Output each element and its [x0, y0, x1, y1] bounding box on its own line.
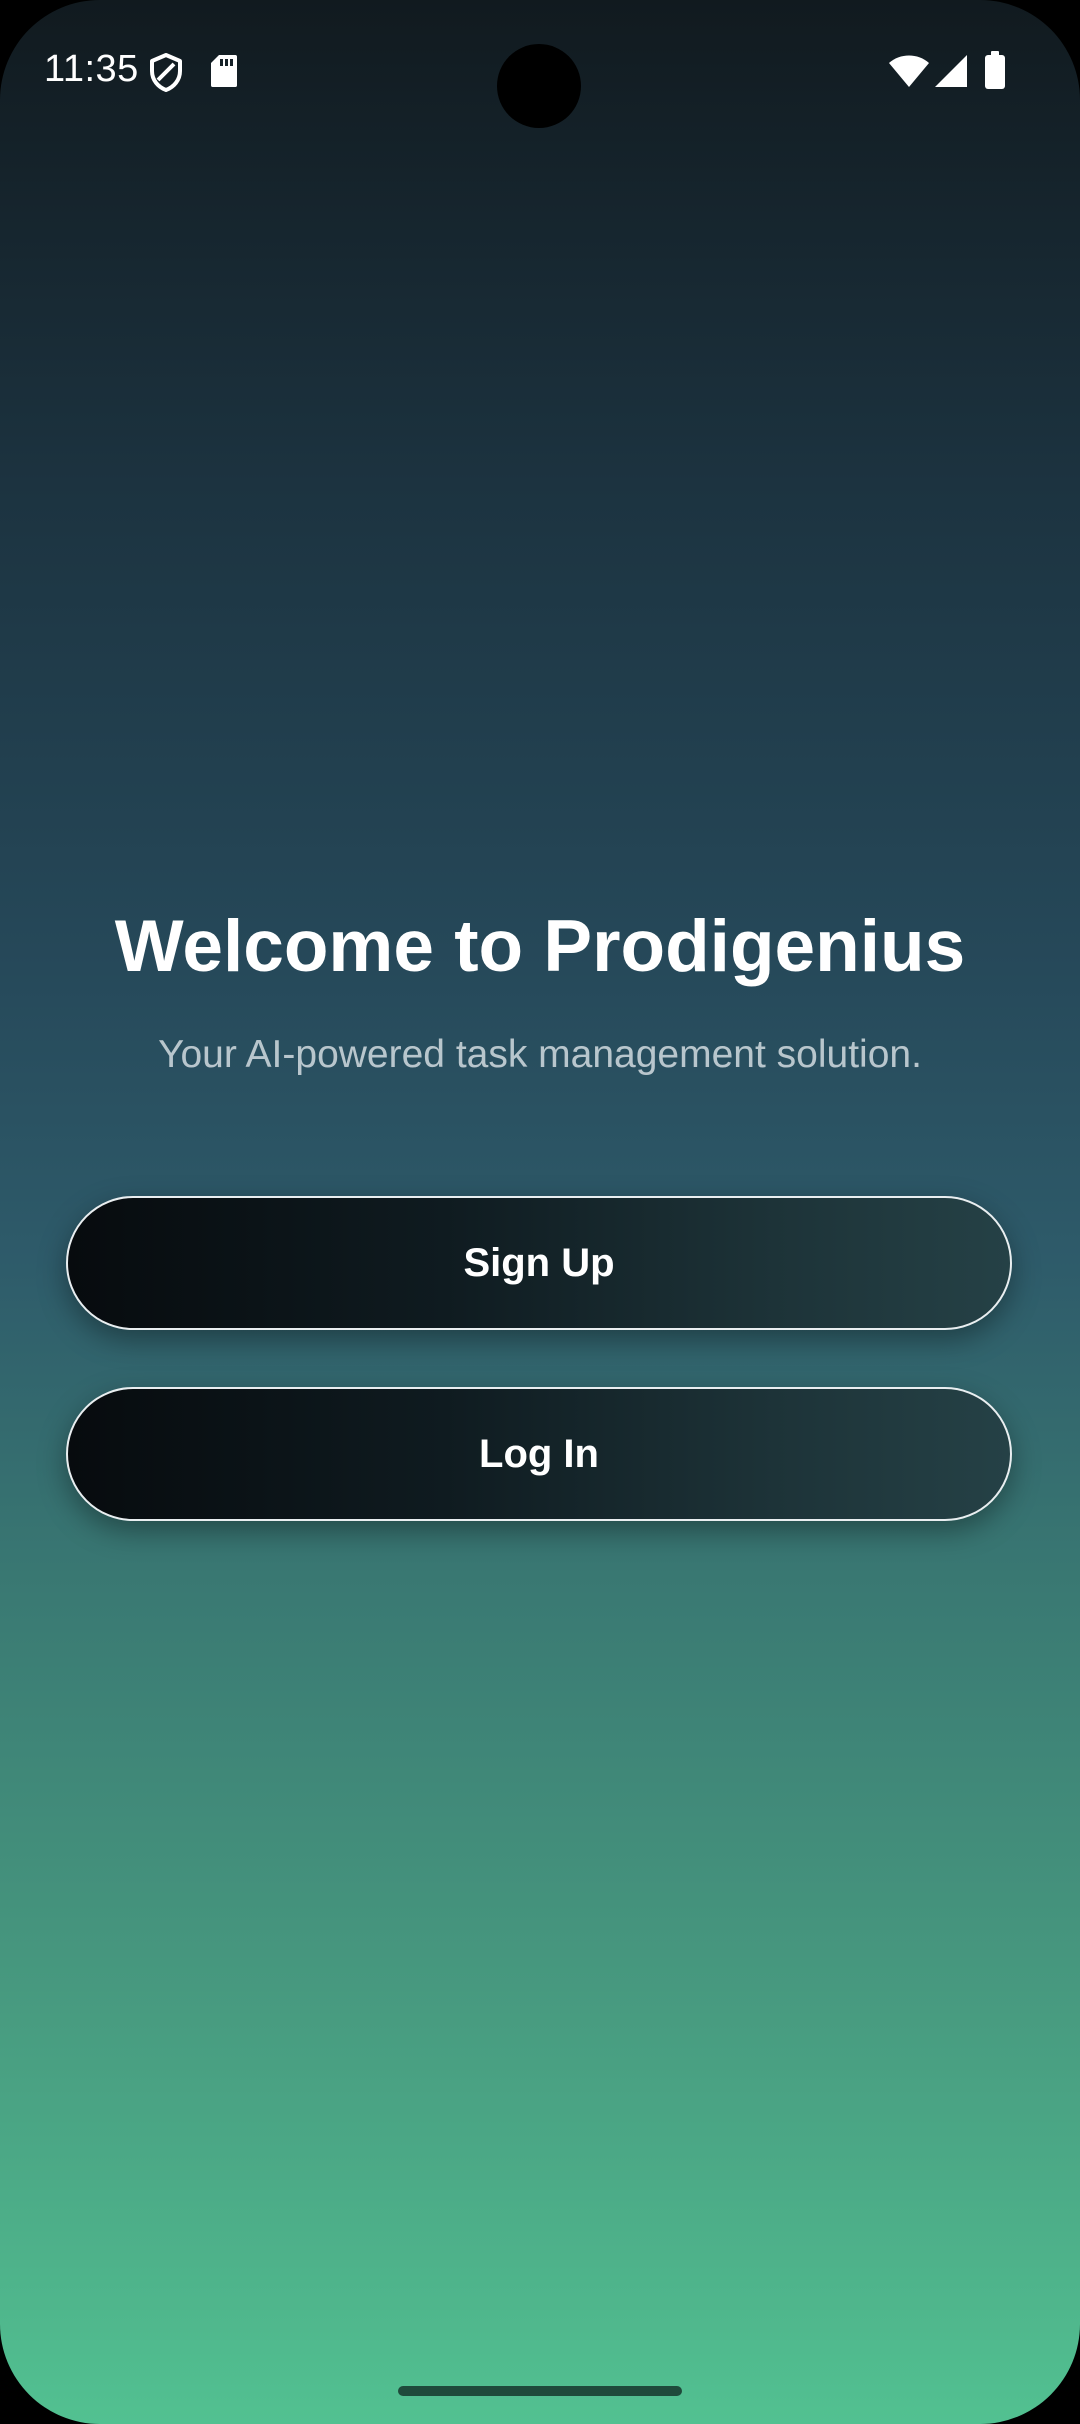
- sign-up-button[interactable]: Sign Up: [66, 1196, 1012, 1330]
- home-indicator[interactable]: [398, 2386, 682, 2396]
- log-in-button-label: Log In: [479, 1431, 599, 1476]
- sign-up-button-label: Sign Up: [463, 1240, 615, 1285]
- welcome-content: Welcome to Prodigenius Your AI-powered t…: [0, 0, 1080, 2424]
- page-title: Welcome to Prodigenius: [114, 906, 966, 987]
- page-subtitle: Your AI-powered task management solution…: [158, 1033, 922, 1076]
- log-in-button[interactable]: Log In: [66, 1387, 1012, 1521]
- welcome-screen: 11:35 Welcome to Prodigenius Your AI-pow…: [0, 0, 1080, 2424]
